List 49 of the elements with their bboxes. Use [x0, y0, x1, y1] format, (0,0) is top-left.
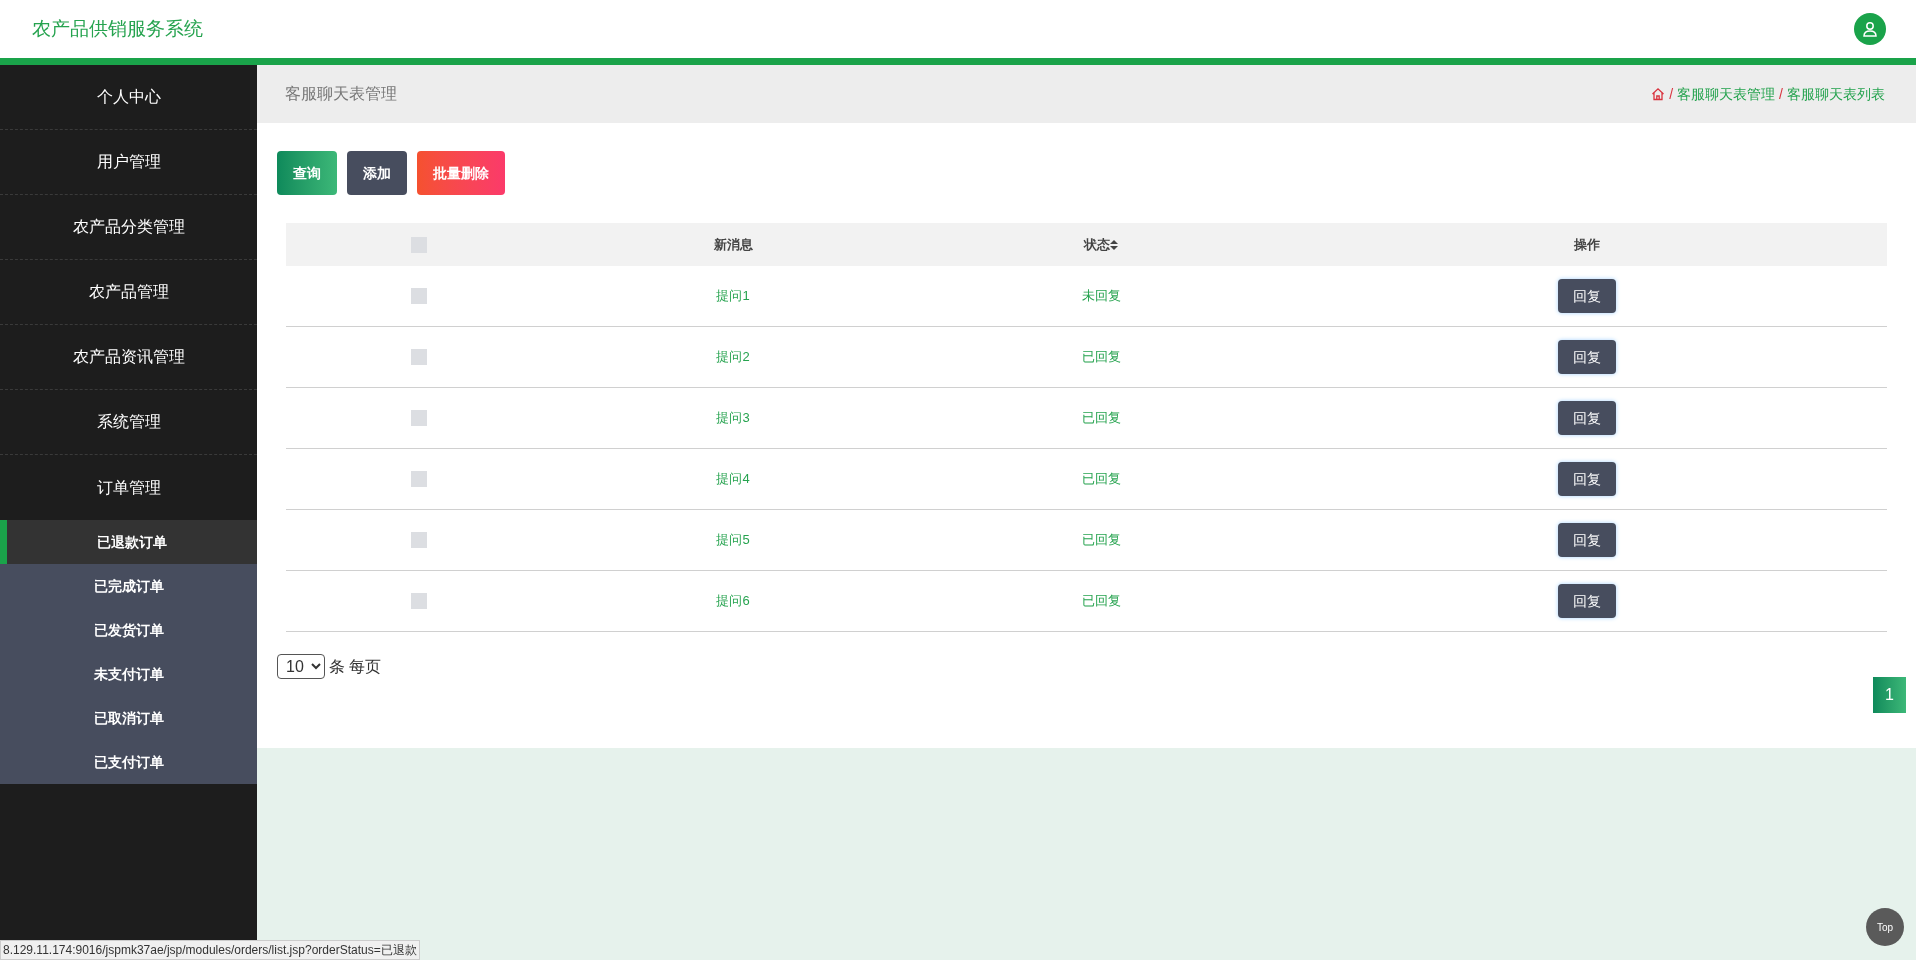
page-title: 客服聊天表管理 — [285, 84, 397, 104]
table-cell-text: 已回复 — [1080, 592, 1122, 611]
page-size-label: 条 每页 — [329, 656, 382, 677]
delete-button[interactable]: 批量删除 — [417, 151, 505, 195]
table-cell-text: 提问1 — [715, 287, 751, 306]
table-cell-text: 已回复 — [1080, 531, 1122, 550]
row-checkbox[interactable] — [410, 532, 427, 548]
breadcrumb-separator: / — [1669, 84, 1674, 104]
page-size-select[interactable]: 10 — [277, 654, 325, 679]
submenu-item[interactable]: 已取消订单 — [0, 696, 257, 740]
table-cell-text: 提问6 — [715, 592, 751, 611]
row-checkbox[interactable] — [410, 410, 427, 426]
reply-button[interactable]: 回复 — [1558, 462, 1616, 496]
home-icon[interactable] — [1651, 87, 1666, 101]
table-cell-text: 已回复 — [1080, 470, 1122, 489]
status-bar: 8.129.11.174:9016/jspmk37ae/jsp/modules/orders/list.jsp?orderStatus=已退款 — [0, 940, 420, 960]
reply-button[interactable]: 回复 — [1558, 523, 1616, 557]
submenu-item[interactable]: 已支付订单 — [0, 740, 257, 784]
user-avatar-button[interactable] — [1854, 13, 1886, 45]
user-icon — [1862, 21, 1878, 37]
column-header: 操作 — [1573, 235, 1601, 254]
reply-button[interactable]: 回复 — [1558, 584, 1616, 618]
submenu-item[interactable]: 已发货订单 — [0, 608, 257, 652]
table-cell-text: 提问4 — [715, 470, 751, 489]
reply-button[interactable]: 回复 — [1558, 401, 1616, 435]
row-checkbox[interactable] — [410, 349, 427, 365]
table-cell-text: 提问3 — [715, 409, 751, 428]
submenu-item[interactable]: 未支付订单 — [0, 652, 257, 696]
table-cell-text: 未回复 — [1080, 287, 1122, 306]
reply-button[interactable]: 回复 — [1558, 279, 1616, 313]
reply-button[interactable]: 回复 — [1558, 340, 1616, 374]
table-cell-text: 提问2 — [715, 348, 751, 367]
sort-icon[interactable] — [1110, 239, 1118, 250]
breadcrumb-separator: / — [1779, 84, 1783, 104]
column-header[interactable]: 状态 — [915, 234, 1287, 255]
app-title: 农产品供销服务系统 — [32, 16, 203, 41]
table-cell-text: 提问5 — [715, 531, 751, 550]
column-header: 新消息 — [712, 235, 754, 254]
table-cell-text: 已回复 — [1080, 348, 1122, 367]
add-button[interactable]: 添加 — [347, 151, 407, 195]
submenu-item[interactable]: 已退款订单 — [0, 520, 257, 564]
table-cell-text: 已回复 — [1080, 409, 1122, 428]
search-button[interactable]: 查询 — [277, 151, 337, 195]
sidebar-item[interactable]: 订单管理 — [0, 455, 257, 520]
submenu-item[interactable]: 已完成订单 — [0, 564, 257, 608]
back-to-top-button[interactable]: Top — [1866, 908, 1904, 946]
row-checkbox[interactable] — [410, 471, 427, 487]
row-checkbox[interactable] — [410, 593, 427, 609]
row-checkbox[interactable] — [410, 288, 427, 304]
